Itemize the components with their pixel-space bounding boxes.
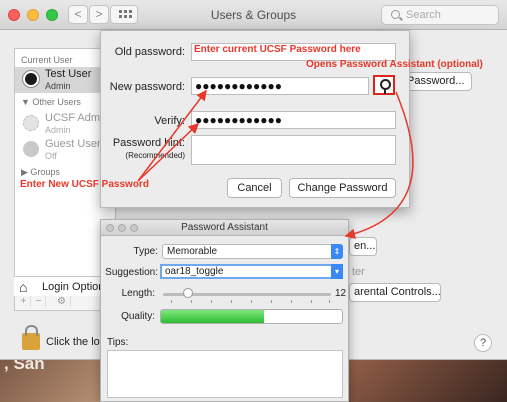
slider-tick: [251, 300, 252, 303]
new-password-label: New password:: [109, 81, 185, 93]
search-icon: [391, 10, 400, 19]
password-assistant-window: Password Assistant Type: Memorable ⇕ Sug…: [100, 219, 349, 402]
length-label: Length:: [121, 288, 155, 299]
slider-tick: [271, 300, 272, 303]
guest-avatar-icon: [23, 141, 39, 157]
groups-heading[interactable]: ▶ Groups: [21, 167, 60, 178]
suggestion-combobox[interactable]: oar18_toggle ▾: [160, 264, 343, 279]
user-role: Admin: [45, 81, 71, 91]
parental-controls-button[interactable]: arental Controls...: [349, 283, 441, 302]
cancel-button[interactable]: Cancel: [227, 178, 282, 198]
search-field[interactable]: Search: [381, 5, 499, 25]
change-password-bg-button[interactable]: Password...: [402, 72, 472, 91]
verify-value: ●●●●●●●●●●●●: [195, 113, 282, 127]
chevron-updown-icon: ⇕: [331, 244, 343, 259]
chevron-down-icon: ▾: [331, 264, 343, 279]
suggestion-label: Suggestion:: [105, 267, 158, 278]
quality-meter: [160, 309, 343, 324]
password-assistant-key-icon[interactable]: [373, 75, 395, 95]
user-role: Admin: [45, 125, 71, 135]
assistant-title: Password Assistant: [181, 222, 268, 233]
search-placeholder: Search: [406, 9, 441, 21]
slider-tick: [211, 300, 212, 303]
add-user-button[interactable]: +: [17, 296, 31, 307]
verify-label: Verify:: [154, 115, 185, 127]
verify-field[interactable]: ●●●●●●●●●●●●: [191, 111, 396, 129]
faded-text: ter: [352, 266, 365, 278]
type-label: Type:: [133, 246, 158, 257]
user-name: Test User: [45, 68, 92, 80]
length-value: 12: [335, 288, 347, 299]
window-titlebar: < > Users & Groups Search: [0, 0, 507, 30]
tips-box: [107, 350, 343, 398]
new-password-annotation: Enter New UCSF Password: [20, 179, 149, 190]
quality-label: Quality:: [121, 311, 155, 322]
new-password-field[interactable]: ●●●●●●●●●●●●: [191, 77, 369, 95]
lock-icon[interactable]: [22, 325, 40, 350]
other-users-heading: ▼ Other Users: [21, 97, 81, 107]
slider-tick: [231, 300, 232, 303]
tips-label: Tips:: [107, 337, 129, 348]
password-hint-field[interactable]: [191, 135, 396, 165]
suggestion-value: oar18_toggle: [165, 266, 224, 277]
new-password-value: ●●●●●●●●●●●●: [195, 79, 282, 93]
open-button[interactable]: en...: [349, 237, 377, 256]
user-role: Off: [45, 151, 57, 161]
assistant-titlebar: Password Assistant: [101, 220, 348, 236]
house-icon: ⌂: [19, 279, 28, 295]
help-button[interactable]: ?: [474, 334, 492, 352]
assistant-annotation: Opens Password Assistant (optional): [306, 59, 483, 70]
slider-tick: [291, 300, 292, 303]
remove-user-button[interactable]: −: [32, 296, 46, 307]
quality-meter-fill: [161, 310, 265, 323]
user-name: Guest User: [45, 138, 101, 150]
slider-tick: [311, 300, 312, 303]
old-password-label: Old password:: [114, 46, 185, 58]
type-value: Memorable: [167, 246, 218, 257]
admin-avatar-icon: [23, 115, 39, 131]
slider-tick: [171, 300, 172, 303]
password-hint-label: Password hint:: [112, 137, 185, 149]
length-slider-knob[interactable]: [183, 288, 194, 298]
slider-tick: [329, 300, 330, 303]
change-password-button[interactable]: Change Password: [289, 178, 396, 198]
password-hint-sublabel: (Recommended): [125, 151, 185, 160]
old-password-annotation: Enter current UCSF Password here: [194, 44, 361, 55]
gear-icon[interactable]: ⚙: [53, 296, 71, 307]
slider-tick: [191, 300, 192, 303]
avatar-icon: [23, 71, 39, 87]
type-select[interactable]: Memorable ⇕: [162, 244, 343, 259]
current-user-heading: Current User: [21, 55, 73, 65]
